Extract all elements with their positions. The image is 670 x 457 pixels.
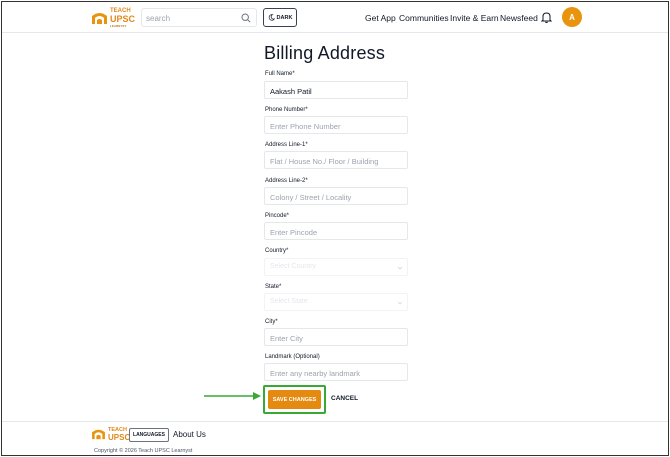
footer: TEACH UPSC LANGUAGES About Us Copyright … (2, 421, 668, 457)
user-avatar[interactable]: A (562, 7, 582, 27)
copyright-text: Copyright © 2026 Teach UPSC Learnyst (94, 448, 193, 454)
logo-line-3: LEARNYST (110, 24, 127, 28)
nav-communities[interactable]: Communities (399, 13, 449, 23)
address-line-2-input[interactable] (270, 191, 402, 203)
full-name-label: Full Name* (265, 71, 295, 77)
country-selected-value: Select Country (270, 263, 316, 270)
search-icon[interactable] (241, 13, 251, 23)
footer-logo[interactable]: TEACH UPSC (91, 427, 131, 442)
full-name-input[interactable] (270, 85, 402, 97)
state-select[interactable]: Select State (264, 293, 408, 311)
moon-icon (268, 14, 275, 21)
address-line-2-field-box (264, 187, 408, 205)
logo-line-2: UPSC (110, 14, 136, 24)
state-selected-value: Select State (270, 298, 308, 305)
logo-icon (92, 429, 105, 440)
nav-invite-earn[interactable]: Invite & Earn (450, 13, 499, 23)
landmark-field-box (264, 363, 408, 381)
landmark-label: Landmark (Optional) (265, 354, 320, 360)
pincode-field-box (264, 222, 408, 240)
search-input[interactable] (146, 12, 236, 24)
page-frame: TEACH UPSC LEARNYST DARK Get App Communi… (1, 1, 669, 456)
address-line-1-label: Address Line-1* (265, 142, 308, 148)
cancel-button[interactable]: CANCEL (331, 395, 358, 402)
arrow-right-icon (204, 392, 261, 400)
pincode-input[interactable] (270, 226, 402, 238)
footer-logo-line-2: UPSC (108, 433, 131, 442)
logo-icon (92, 13, 107, 24)
country-label: Country* (265, 248, 289, 254)
footer-logo-text: TEACH UPSC (108, 427, 131, 442)
nav-newsfeed[interactable]: Newsfeed (500, 13, 538, 23)
dark-mode-toggle[interactable]: DARK (263, 8, 297, 27)
address-line-2-label: Address Line-2* (265, 178, 308, 184)
search-box (141, 8, 257, 27)
languages-button[interactable]: LANGUAGES (129, 428, 169, 442)
city-label: City* (265, 319, 278, 325)
nav-get-app[interactable]: Get App (365, 13, 396, 23)
pincode-label: Pincode* (265, 213, 290, 219)
top-navbar: TEACH UPSC LEARNYST DARK Get App Communi… (2, 2, 668, 33)
address-line-1-input[interactable] (270, 155, 402, 167)
logo-text: TEACH UPSC LEARNYST (110, 8, 135, 28)
city-field-box (264, 328, 408, 346)
state-label: State* (265, 284, 282, 290)
phone-input[interactable] (270, 120, 402, 132)
chevron-down-icon (397, 301, 403, 305)
about-us-link[interactable]: About Us (173, 430, 206, 439)
site-logo[interactable]: TEACH UPSC LEARNYST (91, 8, 135, 28)
country-select[interactable]: Select Country (264, 258, 408, 276)
full-name-field-box (264, 81, 408, 99)
phone-label: Phone Number* (265, 107, 308, 113)
city-input[interactable] (270, 332, 402, 344)
landmark-input[interactable] (270, 367, 402, 379)
address-line-1-field-box (264, 151, 408, 169)
bell-icon[interactable] (541, 11, 552, 23)
save-button-highlight: SAVE CHANGES (263, 385, 326, 414)
page-title: Billing Address (264, 43, 386, 63)
chevron-down-icon (397, 266, 403, 270)
phone-field-box (264, 116, 408, 134)
save-changes-button[interactable]: SAVE CHANGES (268, 390, 321, 409)
dark-mode-label: DARK (276, 14, 293, 21)
